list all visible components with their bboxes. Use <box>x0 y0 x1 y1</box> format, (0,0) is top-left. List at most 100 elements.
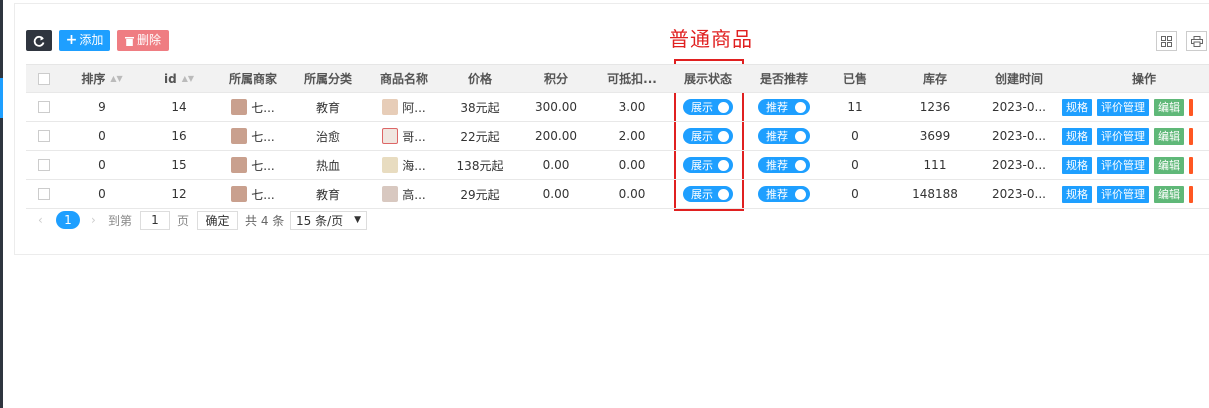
cell-price: 22元起 <box>460 129 500 144</box>
add-button[interactable]: + 添加 <box>59 30 110 51</box>
merchant-avatar <box>231 128 248 144</box>
header-sort[interactable]: 排序 ▲▼ <box>62 65 142 92</box>
header-recommend: 是否推荐 <box>759 72 808 86</box>
row-delete-button[interactable] <box>1189 127 1193 145</box>
select-all-checkbox[interactable] <box>38 72 50 85</box>
review-manage-button[interactable]: 评价管理 <box>1097 127 1149 145</box>
cell-category: 热血 <box>315 158 340 173</box>
cell-deductible: 3.00 <box>618 100 646 114</box>
cell-actions: 规格 评价管理 编辑 <box>1062 122 1209 150</box>
spec-button[interactable]: 规格 <box>1062 98 1092 116</box>
recommend-toggle[interactable]: 推荐 <box>758 186 810 202</box>
show-status-toggle[interactable]: 展示 <box>683 99 733 115</box>
header-id[interactable]: id ▲▼ <box>142 65 216 92</box>
row-delete-button[interactable] <box>1189 156 1193 174</box>
per-page-value: 15 条/页 <box>296 213 344 228</box>
cell-id: 12 <box>171 187 187 201</box>
delete-button[interactable]: 删除 <box>117 30 169 51</box>
header-price: 价格 <box>467 72 492 86</box>
current-page[interactable]: 1 <box>56 211 80 229</box>
cell-sort: 0 <box>98 187 106 201</box>
merchant-avatar <box>231 99 248 115</box>
edit-button[interactable]: 编辑 <box>1154 127 1184 145</box>
row-checkbox[interactable] <box>38 188 50 200</box>
table-row: 0 15 七... 热血 海... 138元起 0.00 0.00 展示 推荐 … <box>26 151 1209 180</box>
print-icon <box>1190 35 1203 47</box>
merchant-avatar <box>231 157 248 173</box>
cell-id: 15 <box>171 158 187 172</box>
goto-confirm-button[interactable]: 确定 <box>197 210 238 230</box>
total-count: 共 4 条 <box>245 213 285 228</box>
add-button-label: 添加 <box>79 33 104 47</box>
header-show-status: 展示状态 <box>683 72 732 86</box>
cell-stock: 3699 <box>919 129 951 143</box>
header-merchant: 所属商家 <box>228 72 277 86</box>
edit-button[interactable]: 编辑 <box>1154 156 1184 174</box>
goto-page-input[interactable]: 1 <box>140 210 170 230</box>
show-status-toggle[interactable]: 展示 <box>683 128 733 144</box>
cell-price: 138元起 <box>456 158 504 173</box>
cell-product-name: 海... <box>366 151 442 179</box>
refresh-button[interactable] <box>26 30 52 51</box>
cell-merchant: 七... <box>216 93 290 121</box>
row-delete-button[interactable] <box>1189 98 1193 116</box>
header-product-name: 商品名称 <box>379 72 428 86</box>
cell-product-name: 高... <box>366 180 442 208</box>
row-checkbox[interactable] <box>38 101 50 113</box>
cell-deductible: 0.00 <box>618 187 646 201</box>
review-manage-button[interactable]: 评价管理 <box>1097 98 1149 116</box>
row-delete-button[interactable] <box>1189 185 1193 203</box>
recommend-toggle[interactable]: 推荐 <box>758 128 810 144</box>
spec-button[interactable]: 规格 <box>1062 185 1092 203</box>
prev-page-icon[interactable]: ‹ <box>38 213 43 227</box>
left-sidebar-edge <box>0 0 3 408</box>
merchant-avatar <box>231 186 248 202</box>
cell-points: 200.00 <box>535 129 577 143</box>
cell-sort: 9 <box>98 100 106 114</box>
columns-icon <box>1161 35 1172 47</box>
show-status-toggle[interactable]: 展示 <box>683 157 733 173</box>
table-row: 0 12 七... 教育 高... 29元起 0.00 0.00 展示 推荐 0… <box>26 180 1209 209</box>
spec-button[interactable]: 规格 <box>1062 156 1092 174</box>
cell-created-time: 2023-0... <box>992 158 1046 172</box>
print-button[interactable] <box>1186 31 1207 51</box>
show-status-toggle[interactable]: 展示 <box>683 186 733 202</box>
refresh-icon <box>33 35 45 47</box>
review-manage-button[interactable]: 评价管理 <box>1097 185 1149 203</box>
toggle-knob <box>718 188 729 200</box>
cell-product-name: 哥... <box>366 122 442 150</box>
product-table: 排序 ▲▼ id ▲▼ 所属商家 所属分类 商品名称 价格 积分 可抵扣... 展示… <box>26 64 1209 209</box>
edit-button[interactable]: 编辑 <box>1154 185 1184 203</box>
cell-stock: 111 <box>923 158 947 172</box>
edit-button[interactable]: 编辑 <box>1154 98 1184 116</box>
cell-created-time: 2023-0... <box>992 100 1046 114</box>
toggle-knob <box>718 159 729 171</box>
cell-deductible: 0.00 <box>618 158 646 172</box>
table-row: 9 14 七... 教育 阿... 38元起 300.00 3.00 展示 推荐… <box>26 93 1209 122</box>
cell-deductible: 2.00 <box>618 129 646 143</box>
sidebar-active-indicator <box>0 78 3 118</box>
header-sold: 已售 <box>842 72 867 86</box>
pagination: ‹ 1 › 到第 1 页 确定 共 4 条 15 条/页 ▼ <box>0 209 400 231</box>
goto-prefix: 到第 <box>108 213 133 228</box>
per-page-select[interactable]: 15 条/页 ▼ <box>290 210 367 230</box>
header-stock: 库存 <box>922 72 947 86</box>
cell-merchant: 七... <box>216 151 290 179</box>
spec-button[interactable]: 规格 <box>1062 127 1092 145</box>
row-checkbox[interactable] <box>38 159 50 171</box>
row-checkbox[interactable] <box>38 130 50 142</box>
recommend-toggle[interactable]: 推荐 <box>758 99 810 115</box>
cell-points: 0.00 <box>542 158 570 172</box>
trash-icon <box>124 36 134 46</box>
columns-filter-button[interactable] <box>1156 31 1177 51</box>
cell-price: 38元起 <box>460 100 500 115</box>
cell-product-name: 阿... <box>366 93 442 121</box>
cell-category: 教育 <box>315 187 340 202</box>
product-thumbnail <box>382 186 399 202</box>
cell-sold: 0 <box>851 129 859 143</box>
toggle-knob <box>718 101 729 113</box>
recommend-toggle[interactable]: 推荐 <box>758 157 810 173</box>
next-page-icon[interactable]: › <box>91 213 96 227</box>
page-suffix: 页 <box>177 213 190 228</box>
review-manage-button[interactable]: 评价管理 <box>1097 156 1149 174</box>
